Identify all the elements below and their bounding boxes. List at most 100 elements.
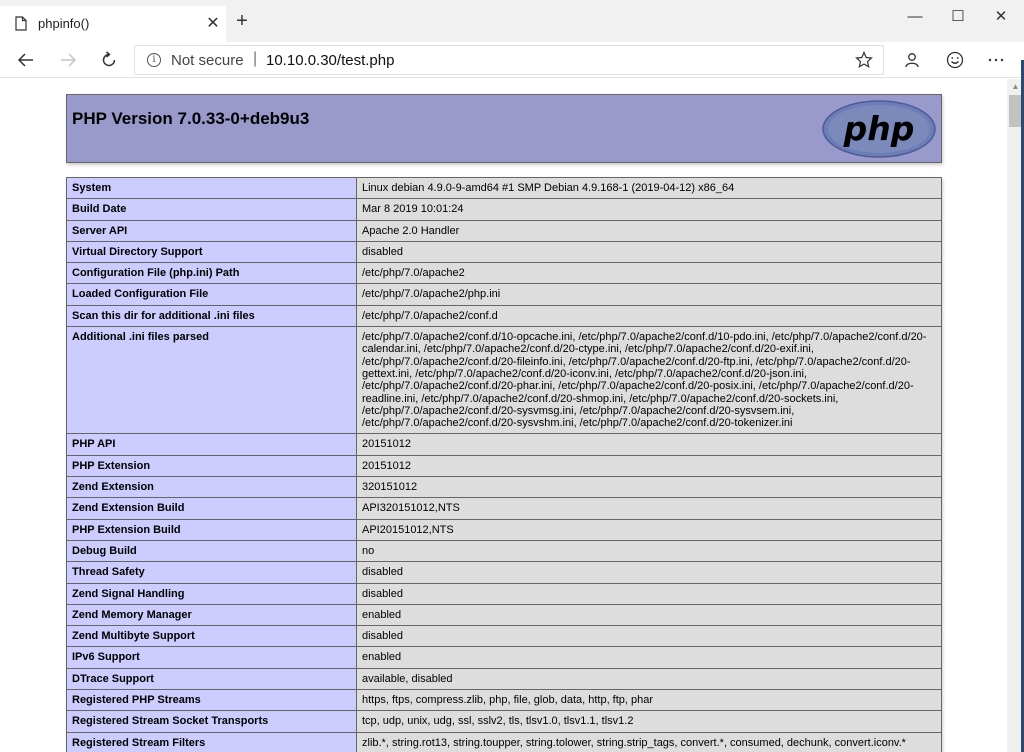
php-header: PHP Version 7.0.33-0+deb9u3 php [66,94,942,163]
row-key: Additional .ini files parsed [66,326,357,435]
more-icon [988,58,1004,62]
row-key: Registered Stream Socket Transports [66,710,357,733]
table-row: Virtual Directory Support disabled [66,240,942,264]
row-value: /etc/php/7.0/apache2 [356,262,942,285]
profile-button[interactable] [898,46,926,74]
tab-phpinfo[interactable]: phpinfo() ✕ [0,6,226,42]
minimize-button[interactable]: — [892,6,938,28]
address-separator: | [253,50,258,67]
row-value: tcp, udp, unix, udg, ssl, sslv2, tls, tl… [356,710,942,733]
row-key: Build Date [66,198,357,221]
row-value: no [356,539,942,563]
table-row: Zend Extension 320151012 [66,476,942,499]
row-value: available, disabled [356,667,942,691]
row-key: PHP API [66,433,357,456]
table-row: Configuration File (php.ini) Path/etc/ph… [66,262,942,285]
row-key: Thread Safety [66,561,357,584]
row-key: DTrace Support [66,667,357,691]
row-value: API320151012,NTS [356,497,942,520]
info-icon[interactable]: i [147,53,161,67]
row-key: Debug Build [66,539,357,563]
scroll-thumb[interactable] [1009,95,1021,127]
table-row: Server API Apache 2.0 Handler [66,219,942,242]
row-value: disabled [356,582,942,605]
row-key: IPv6 Support [66,646,357,669]
security-indicator[interactable]: Not secure [171,52,244,69]
row-value: https, ftps, compress.zlib, php, file, g… [356,689,942,712]
maximize-button[interactable]: ☐ [935,6,981,28]
php-logo[interactable]: php [821,99,937,159]
refresh-icon [102,51,116,67]
table-row: Build Date Mar 8 2019 10:01:24 [66,198,942,221]
star-icon[interactable] [855,51,873,69]
row-key: Registered Stream Filters [66,731,357,752]
row-key: Registered PHP Streams [66,689,357,712]
row-key: PHP Extension Build [66,518,357,541]
table-row: Zend Extension Build API320151012,NTS [66,497,942,520]
table-row: Thread Safety disabled [66,561,942,584]
feedback-button[interactable] [941,46,969,74]
person-icon [905,53,919,68]
more-button[interactable] [982,46,1010,74]
info-table: System Linux debian 4.9.0-9-amd64 #1 SMP … [66,176,942,752]
refresh-button[interactable] [95,46,123,74]
row-key: Loaded Configuration File [66,283,357,306]
row-value: disabled [356,561,942,584]
table-row: Registered Stream Socket Transports tcp, … [66,710,942,733]
row-value: enabled [356,603,942,627]
table-row: Registered PHP Streams https, ftps, compr… [66,689,942,712]
table-row: Scan this dir for additional .ini files /… [66,304,942,328]
close-tab-icon[interactable]: ✕ [205,13,221,33]
address-bar[interactable]: i Not secure | 10.10.0.30/test.php [134,45,884,75]
title-bar: phpinfo() ✕ + — ☐ ✕ [0,0,1024,42]
row-key: Zend Memory Manager [66,603,357,627]
tab-title: phpinfo() [38,16,90,31]
row-value: Linux debian 4.9.0-9-amd64 #1 SMP Debian… [356,176,942,200]
table-row: Zend Multibyte Support disabled [66,625,942,648]
row-key: Zend Multibyte Support [66,625,357,648]
table-row: Debug Build no [66,539,942,563]
row-value: zlib.*, string.rot13, string.toupper, st… [356,731,942,752]
row-key: Zend Extension [66,476,357,499]
row-value: 320151012 [356,476,942,499]
new-tab-button[interactable]: + [231,10,253,32]
row-key: Scan this dir for additional .ini files [66,304,357,328]
table-row: PHP Extension 20151012 [66,454,942,478]
row-key: Configuration File (php.ini) Path [66,262,357,285]
close-window-button[interactable]: ✕ [978,6,1024,28]
row-value: disabled [356,240,942,264]
row-value: /etc/php/7.0/apache2/conf.d/10-opcache.i… [356,326,942,435]
php-logo-text: php [843,109,915,148]
arrow-left-icon [17,53,33,67]
row-value: /etc/php/7.0/apache2/php.ini [356,283,942,306]
row-value: enabled [356,646,942,669]
row-value: disabled [356,625,942,648]
page-title: PHP Version 7.0.33-0+deb9u3 [72,109,310,128]
forward-button[interactable] [54,46,82,74]
row-value: 20151012 [356,454,942,478]
table-row: PHP API 20151012 [66,433,942,456]
table-row: IPv6 Support enabled [66,646,942,669]
smiley-icon [946,51,964,69]
page-icon [15,16,27,31]
table-row: Zend Memory Manager enabled [66,603,942,627]
row-key: Virtual Directory Support [66,240,357,264]
page-viewport: PHP Version 7.0.33-0+deb9u3 php System Li… [0,79,1007,752]
table-row: Loaded Configuration File/etc/php/7.0/ap… [66,283,942,306]
row-key: PHP Extension [66,454,357,478]
row-value: 20151012 [356,433,942,456]
row-key: Zend Extension Build [66,497,357,520]
row-value: Mar 8 2019 10:01:24 [356,198,942,221]
row-value: Apache 2.0 Handler [356,219,942,242]
row-key: Server API [66,219,357,242]
row-key: System [66,176,357,200]
row-key: Zend Signal Handling [66,582,357,605]
table-row: Registered Stream Filters zlib.*, string.… [66,731,942,752]
table-row: Additional .ini files parsed/etc/php/7.0… [66,326,942,435]
table-row: System Linux debian 4.9.0-9-amd64 #1 SMP … [66,176,942,200]
row-value: /etc/php/7.0/apache2/conf.d [356,304,942,328]
table-row: Zend Signal Handling disabled [66,582,942,605]
arrow-right-icon [61,53,77,67]
back-button[interactable] [12,46,40,74]
url-text[interactable]: 10.10.0.30/test.php [266,52,394,69]
